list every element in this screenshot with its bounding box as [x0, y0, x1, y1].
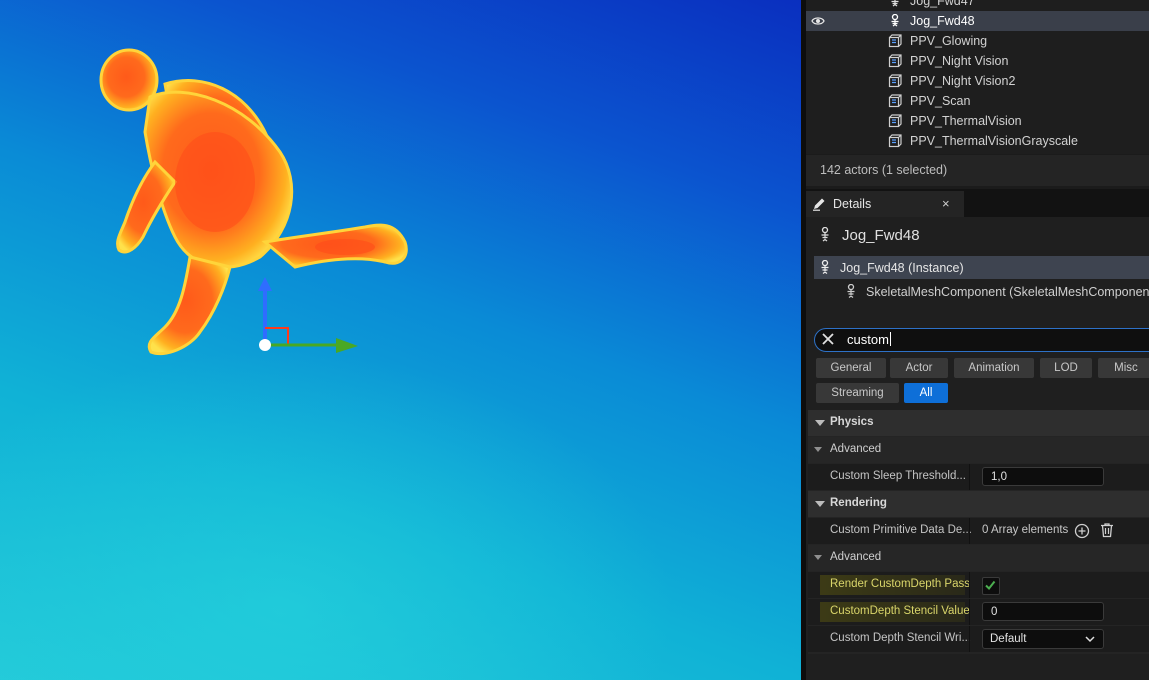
postprocess-volume-icon — [888, 74, 902, 88]
outliner-row[interactable]: PPV_ThermalVisionGrayscale — [806, 131, 1149, 151]
details-search-box[interactable]: custom — [814, 328, 1149, 352]
component-row-instance[interactable]: Jog_Fwd48 (Instance) — [814, 256, 1149, 279]
postprocess-volume-icon — [888, 134, 902, 148]
section-title: Physics — [830, 416, 874, 428]
filter-actor[interactable]: Actor — [890, 358, 948, 378]
actor-count: 142 actors (1 selected) — [820, 163, 948, 177]
property-label: Custom Primitive Data De... — [830, 524, 972, 536]
outliner-item-label: PPV_Night Vision — [910, 54, 1009, 68]
postprocess-volume-icon — [888, 114, 902, 128]
section-rendering[interactable]: Rendering — [808, 491, 1149, 517]
stencil-value-input[interactable]: 0 — [982, 602, 1104, 621]
subsection-title: Advanced — [830, 443, 882, 455]
tab-details[interactable]: Details × — [806, 191, 964, 217]
outliner-item-label: PPV_Scan — [910, 94, 971, 108]
component-row-skeletal-mesh[interactable]: SkeletalMeshComponent (SkeletalMeshCompo… — [814, 280, 1149, 303]
property-grid: Physics Advanced Custom Sleep Threshold.… — [808, 410, 1149, 654]
filter-general[interactable]: General — [816, 358, 886, 378]
chevron-down-icon — [1085, 636, 1095, 643]
property-label: Custom Sleep Threshold... — [830, 470, 966, 482]
right-panel: Jog_Fwd47 Jog_Fwd48 PPV_Glowing PPV_Nigh… — [806, 0, 1149, 680]
property-row-render-custom-depth: Render CustomDepth Pass — [808, 572, 1149, 598]
clear-search-icon[interactable] — [821, 332, 835, 346]
chevron-down-icon — [814, 555, 822, 560]
section-title: Rendering — [830, 497, 887, 509]
chevron-down-icon — [815, 420, 825, 426]
outliner-row[interactable]: Jog_Fwd47 — [806, 0, 1149, 11]
check-icon — [985, 580, 996, 591]
filter-misc[interactable]: Misc — [1098, 358, 1149, 378]
trash-icon[interactable] — [1100, 522, 1114, 538]
outliner-status-bar: 142 actors (1 selected) — [806, 155, 1149, 186]
outliner-row[interactable]: PPV_Glowing — [806, 31, 1149, 51]
world-outliner: Jog_Fwd47 Jog_Fwd48 PPV_Glowing PPV_Nigh… — [806, 0, 1149, 154]
details-panel: Jog_Fwd48 Jog_Fwd48 (Instance) SkeletalM… — [806, 217, 1149, 680]
render-custom-depth-checkbox[interactable] — [982, 577, 1000, 595]
filter-animation[interactable]: Animation — [954, 358, 1034, 378]
column-splitter[interactable] — [969, 572, 970, 598]
outliner-item-label: PPV_Glowing — [910, 34, 988, 48]
filter-lod[interactable]: LOD — [1040, 358, 1092, 378]
subsection-rendering-advanced[interactable]: Advanced — [808, 545, 1149, 571]
property-row-stencil-write: Custom Depth Stencil Wri... Default — [808, 626, 1149, 652]
outliner-item-label: PPV_ThermalVisionGrayscale — [910, 134, 1078, 148]
skeleton-icon — [821, 260, 829, 274]
column-splitter[interactable] — [969, 518, 970, 544]
skeleton-icon — [847, 284, 855, 298]
column-splitter[interactable] — [969, 626, 970, 652]
eye-icon[interactable] — [811, 15, 825, 27]
outliner-row[interactable]: PPV_Night Vision — [806, 51, 1149, 71]
postprocess-volume-icon — [888, 34, 902, 48]
subsection-physics-advanced[interactable]: Advanced — [808, 437, 1149, 463]
outliner-item-label: Jog_Fwd48 — [910, 14, 975, 28]
stencil-write-mask-dropdown[interactable]: Default — [982, 629, 1104, 649]
close-tab-button[interactable]: × — [942, 196, 950, 211]
chevron-down-icon — [815, 501, 825, 507]
outliner-row[interactable]: PPV_ThermalVision — [806, 111, 1149, 131]
postprocess-volume-icon — [888, 94, 902, 108]
component-label: SkeletalMeshComponent (SkeletalMeshCompo… — [866, 285, 1149, 299]
property-label: Custom Depth Stencil Wri... — [830, 632, 972, 644]
property-row-sleep-threshold: Custom Sleep Threshold... 1,0 — [808, 464, 1149, 490]
outliner-item-label: PPV_Night Vision2 — [910, 74, 1016, 88]
pencil-icon — [813, 198, 825, 211]
outliner-row[interactable]: PPV_Scan — [806, 91, 1149, 111]
search-input[interactable]: custom — [847, 332, 891, 347]
subsection-title: Advanced — [830, 551, 882, 563]
property-row-primitive-data: Custom Primitive Data De... 0 Array elem… — [808, 518, 1149, 544]
column-splitter[interactable] — [969, 464, 970, 490]
outliner-item-label: Jog_Fwd47 — [910, 0, 975, 8]
property-label: Render CustomDepth Pass — [830, 578, 970, 590]
skeleton-icon — [821, 227, 829, 242]
details-tab-bar: Details × — [806, 189, 1149, 217]
outliner-item-label: PPV_ThermalVision — [910, 114, 1022, 128]
chevron-down-icon — [814, 447, 822, 452]
skeleton-icon — [891, 0, 899, 7]
postprocess-volume-icon — [888, 54, 902, 68]
sleep-threshold-input[interactable]: 1,0 — [982, 467, 1104, 486]
add-element-icon[interactable] — [1074, 523, 1090, 539]
tab-label: Details — [833, 197, 872, 211]
actor-name: Jog_Fwd48 — [842, 227, 920, 244]
filter-all[interactable]: All — [904, 383, 948, 403]
skeleton-icon — [891, 14, 899, 27]
property-label: CustomDepth Stencil Value — [830, 605, 970, 617]
section-physics[interactable]: Physics — [808, 410, 1149, 436]
component-label: Jog_Fwd48 (Instance) — [840, 261, 964, 275]
column-splitter[interactable] — [969, 599, 970, 625]
transform-gizmo[interactable] — [250, 275, 370, 355]
dropdown-value: Default — [990, 633, 1027, 645]
outliner-row[interactable]: PPV_Night Vision2 — [806, 71, 1149, 91]
array-count: 0 Array elements — [982, 524, 1069, 536]
filter-streaming[interactable]: Streaming — [816, 383, 899, 403]
outliner-row[interactable]: Jog_Fwd48 — [806, 11, 1149, 31]
level-viewport[interactable] — [0, 0, 801, 680]
property-row-stencil-value: CustomDepth Stencil Value 0 — [808, 599, 1149, 625]
